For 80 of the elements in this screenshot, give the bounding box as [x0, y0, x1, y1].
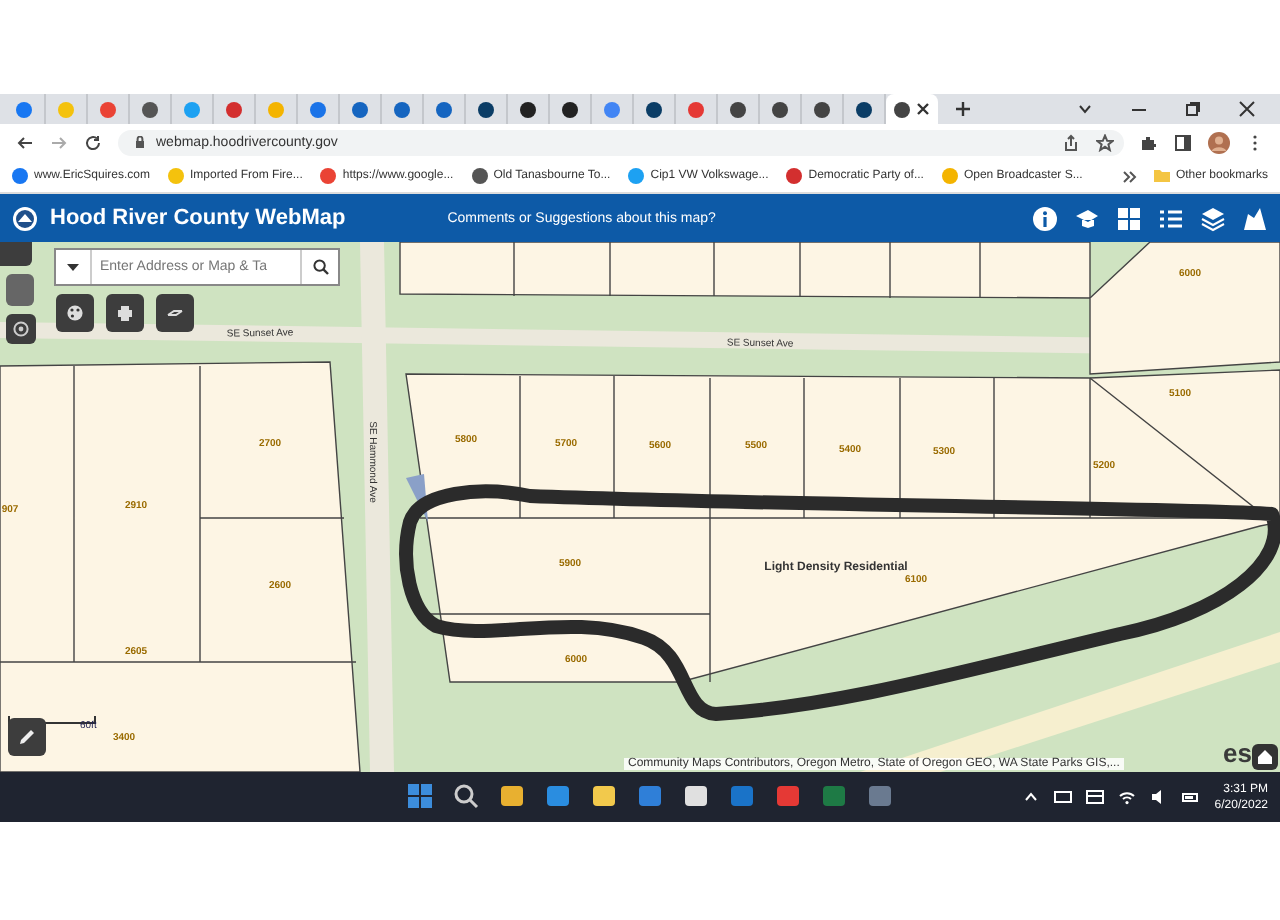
folder-icon: [1153, 168, 1170, 184]
close-icon[interactable]: [913, 100, 931, 118]
battery-icon[interactable]: [1182, 788, 1201, 806]
close-icon[interactable]: [1238, 100, 1256, 118]
site-favicon-icon: [688, 101, 704, 117]
lock-icon: [134, 136, 146, 148]
taskbar-app-icon[interactable]: [498, 782, 526, 810]
site-favicon-icon: [562, 101, 578, 117]
target-icon: [12, 320, 30, 338]
side-panel-icon[interactable]: [1174, 133, 1192, 151]
link-icon: [166, 304, 184, 322]
avatar-icon[interactable]: [1208, 131, 1230, 153]
site-favicon-icon: [320, 168, 337, 184]
list-icon[interactable]: [1158, 205, 1184, 231]
site-favicon-icon: [436, 101, 452, 117]
site-favicon-icon: [814, 101, 830, 117]
site-favicon-icon: [772, 101, 788, 117]
site-favicon-icon: [471, 168, 488, 184]
taskbar-app-icon[interactable]: [452, 782, 480, 810]
home-button[interactable]: [1252, 744, 1278, 770]
site-favicon-icon: [352, 101, 368, 117]
puzzle-icon[interactable]: [1140, 133, 1158, 151]
edit-button[interactable]: [8, 718, 46, 756]
taskbar-app-icon[interactable]: [682, 782, 710, 810]
pencil-icon: [18, 728, 36, 746]
site-favicon-icon: [604, 101, 620, 117]
reload-icon[interactable]: [84, 133, 102, 151]
layers-icon[interactable]: [1200, 205, 1226, 231]
map-icon[interactable]: [1242, 205, 1268, 231]
site-favicon-icon: [12, 168, 28, 184]
site-favicon-icon: [16, 101, 32, 117]
share-icon[interactable]: [1062, 133, 1080, 151]
search-icon[interactable]: [311, 258, 329, 276]
map-logo: es: [1223, 738, 1252, 768]
site-favicon-icon: [646, 101, 662, 117]
palette-button[interactable]: [56, 294, 94, 332]
site-favicon-icon: [310, 101, 326, 117]
wifi-icon[interactable]: [1118, 788, 1137, 806]
chevron-right-icon[interactable]: [1119, 167, 1138, 185]
print-button[interactable]: [106, 294, 144, 332]
zoom-out-button[interactable]: [6, 274, 34, 306]
county-logo-icon: [12, 205, 38, 231]
site-favicon-icon: [142, 101, 158, 117]
taskbar-app-icon[interactable]: [590, 782, 618, 810]
site-favicon-icon: [226, 101, 242, 117]
info-icon[interactable]: [1032, 205, 1058, 231]
browser-tab[interactable]: [886, 94, 938, 124]
site-favicon-icon: [168, 168, 185, 184]
site-favicon-icon: [394, 101, 410, 117]
star-icon[interactable]: [1096, 133, 1114, 151]
printer-icon: [116, 304, 134, 322]
palette-icon: [66, 304, 84, 322]
chevron-down-icon[interactable]: [1076, 100, 1094, 118]
site-favicon-icon: [100, 101, 116, 117]
site-favicon-icon: [268, 101, 284, 117]
water-patch: [406, 474, 428, 522]
home-icon: [1256, 748, 1274, 766]
app-title: Hood River County WebMap: [50, 206, 346, 230]
share-button[interactable]: [156, 294, 194, 332]
site-favicon-icon: [628, 168, 645, 184]
site-favicon-icon: [520, 101, 536, 117]
grid-icon[interactable]: [1116, 205, 1142, 231]
site-favicon-icon: [184, 101, 200, 117]
site-favicon-icon: [893, 101, 909, 117]
back-icon[interactable]: [16, 133, 34, 151]
new-tab-icon[interactable]: [954, 100, 972, 118]
keyboard-icon[interactable]: [1054, 788, 1073, 806]
restore-icon[interactable]: [1184, 100, 1202, 118]
dropdown-icon[interactable]: [64, 258, 82, 276]
site-favicon-icon: [786, 168, 803, 184]
chevron-up-icon[interactable]: [1022, 788, 1041, 806]
window-icon[interactable]: [1086, 788, 1105, 806]
site-favicon-icon: [941, 168, 958, 184]
site-favicon-icon: [730, 101, 746, 117]
site-favicon-icon: [58, 101, 74, 117]
map-canvas[interactable]: [0, 242, 1280, 772]
graduation-cap-icon[interactable]: [1074, 205, 1100, 231]
site-favicon-icon: [478, 101, 494, 117]
locate-button[interactable]: [6, 314, 36, 344]
site-favicon-icon: [856, 101, 872, 117]
